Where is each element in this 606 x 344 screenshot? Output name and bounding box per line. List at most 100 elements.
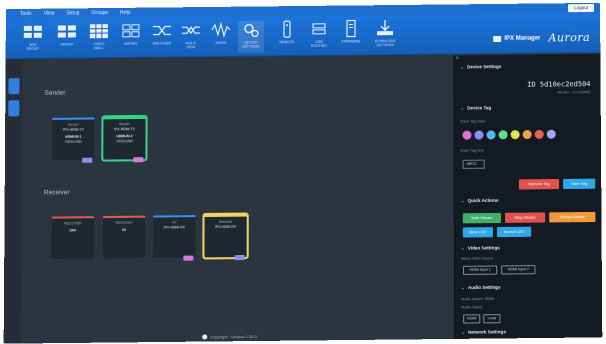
receiver-card[interactable]: RECEIVER OFF	[52, 216, 94, 259]
normal-led-button[interactable]: Normal LED	[497, 227, 531, 237]
menu-tools[interactable]: Tools	[20, 11, 32, 17]
toolbar-download[interactable]: DOWNLOAD SETTINGS	[372, 19, 398, 51]
footer-text: Copyright · Version 1.20.3	[210, 334, 257, 340]
toolbar-label: DEVICE SETTINGS	[242, 40, 260, 48]
firmware-icon	[341, 19, 361, 37]
switcher-icon	[152, 21, 172, 39]
toolbar-label: DOWNLOAD SETTINGS	[375, 39, 396, 47]
toolbar-label: GROUP	[60, 42, 73, 46]
sender-card[interactable]: Sender IPX-HDMI-TX HDMI-IN-1 1920x1080	[52, 117, 94, 160]
video-settings-header[interactable]: ⌄Video Settings	[461, 245, 500, 251]
logout-button[interactable]: Logout	[568, 4, 594, 12]
reboot-device-button[interactable]: Reboot Device	[549, 212, 595, 223]
tag-text-input[interactable]: ABCD	[463, 160, 485, 169]
rail-button-sources[interactable]	[8, 78, 19, 94]
menu-setup[interactable]: Setup	[66, 10, 79, 16]
toolbar-label: REMOTE	[279, 40, 294, 44]
menu-groups[interactable]: Groups	[91, 10, 107, 16]
card-line: 1920x1080	[116, 139, 133, 143]
card-line: RECEIVER	[64, 221, 81, 225]
device-canvas: Sender Sender IPX-HDMI-TX HDMI-IN-1 1920…	[21, 55, 454, 343]
toolbar-group[interactable]: GROUP	[54, 22, 80, 54]
app-window: Tools View Setup Groups Help Logout ADD …	[4, 3, 603, 344]
start-stream-button[interactable]: Start Stream	[463, 213, 501, 223]
audio-output-label: Audio Output	[461, 305, 482, 309]
receiver-card[interactable]: RECEIVER IN	[103, 216, 145, 259]
toolbar-video-wall[interactable]: VIDEO WALL	[86, 22, 112, 54]
card-line: IPX-HDMI-RX	[164, 225, 185, 229]
usb-icon	[309, 20, 329, 38]
toolbar-usb[interactable]: USB ROUTING	[306, 20, 332, 52]
remove-tag-button[interactable]: Remove Tag	[519, 179, 559, 190]
menu-help[interactable]: Help	[120, 10, 130, 16]
card-line: IN	[122, 228, 125, 232]
card-line: 1920x1080	[65, 140, 82, 144]
panel-collapse-icon[interactable]: ›	[456, 55, 458, 61]
video-source-hdmi1-button[interactable]: HDMI Input 1	[463, 265, 497, 274]
chevron-down-icon: ⌄	[460, 106, 464, 111]
toolbar-label: ADD GROUP	[26, 43, 39, 51]
device-tag-badge	[235, 255, 245, 260]
device-settings-panel: › ⌄Device Settings ID 5d10ec2ed504 Sende…	[453, 54, 602, 339]
audio-output-local-button[interactable]: Local	[483, 314, 500, 323]
color-swatch[interactable]	[487, 130, 496, 139]
color-swatch[interactable]	[523, 130, 532, 139]
card-line: OFF	[69, 228, 76, 232]
color-swatch[interactable]	[535, 130, 544, 139]
color-swatch[interactable]	[474, 130, 483, 139]
device-tag-header[interactable]: ⌄Device Tag	[460, 105, 491, 111]
copyright-icon	[202, 334, 207, 339]
card-line: IPX-HDMI-RX	[215, 225, 236, 229]
device-subtitle: Sender · 4.1023a96b	[558, 90, 591, 94]
color-swatch[interactable]	[547, 130, 556, 139]
color-swatch[interactable]	[499, 130, 508, 139]
chevron-down-icon: ⌄	[461, 330, 465, 335]
card-line: RECEIVER	[115, 221, 132, 225]
receiver-card[interactable]: Rx IPX-HDMI-RX	[153, 215, 195, 258]
quick-actions-title: Quick Actions	[468, 198, 499, 203]
quick-actions-header[interactable]: ⌄Quick Actions	[461, 198, 499, 204]
audio-settings-header[interactable]: ⌄Audio Settings	[461, 285, 501, 291]
device-settings-icon	[241, 20, 261, 38]
device-settings-header[interactable]: ⌄Device Settings	[460, 64, 501, 70]
network-settings-header[interactable]: ⌄Network Settings	[461, 329, 506, 336]
add-group-icon	[23, 23, 43, 41]
toolbar-switcher[interactable]: SWITCHER	[149, 21, 175, 53]
toolbar-matrix[interactable]: MATRIX	[118, 22, 144, 54]
toolbar-firmware[interactable]: FIRMWARE	[338, 19, 364, 51]
footer: Copyright · Version 1.20.3	[202, 331, 383, 342]
audio-settings-title: Audio Settings	[468, 285, 501, 290]
sender-card-selected[interactable]: Sender IPX-HDMI-TX HDMI-IN-2 1920x1080	[103, 117, 145, 160]
chevron-down-icon: ⌄	[461, 285, 465, 290]
save-tag-button[interactable]: Save Tag	[563, 179, 595, 189]
card-line: Rx	[172, 220, 176, 224]
toolbar-multiview[interactable]: MULTI VIEW	[178, 21, 204, 53]
card-line: IPX-HDMI-TX	[63, 128, 84, 132]
chevron-down-icon: ⌄	[461, 198, 465, 203]
aurora-logo: Aurora	[548, 31, 590, 44]
multiview-icon	[181, 21, 201, 39]
blink-led-button[interactable]: Blink LED	[463, 227, 493, 237]
color-swatch[interactable]	[462, 131, 471, 140]
toolbar-audio[interactable]: AUDIO	[208, 21, 234, 53]
video-source-label: Select Video Source	[461, 256, 494, 260]
video-source-hdmi2-button[interactable]: HDMI Input 2	[501, 265, 535, 274]
device-id: ID 5d10ec2ed504	[527, 80, 590, 89]
toolbar-device-settings[interactable]: DEVICE SETTINGS	[238, 20, 264, 52]
rail-button-displays[interactable]	[8, 100, 19, 116]
group-icon	[57, 22, 77, 40]
matrix-icon	[121, 22, 141, 40]
text-tag-label: Enter Tag Text	[461, 149, 484, 153]
toolbar-remote[interactable]: REMOTE	[274, 20, 300, 52]
toolbar-label: FIRMWARE	[342, 39, 361, 43]
toolbar-label: MULTI VIEW	[186, 41, 196, 49]
menu-view[interactable]: View	[44, 11, 55, 17]
stop-stream-button[interactable]: Stop Stream	[505, 212, 545, 223]
toolbar-add-group[interactable]: ADD GROUP	[20, 23, 46, 55]
product-label: IPX Manager	[504, 35, 540, 41]
receiver-card-selected[interactable]: Receiver IPX-HDMI-RX	[204, 215, 246, 258]
download-icon	[375, 19, 395, 37]
audio-output-hdmi-button[interactable]: HDMI	[463, 314, 480, 323]
color-swatch[interactable]	[511, 130, 520, 139]
toolbar-label: VIDEO WALL	[93, 42, 104, 50]
